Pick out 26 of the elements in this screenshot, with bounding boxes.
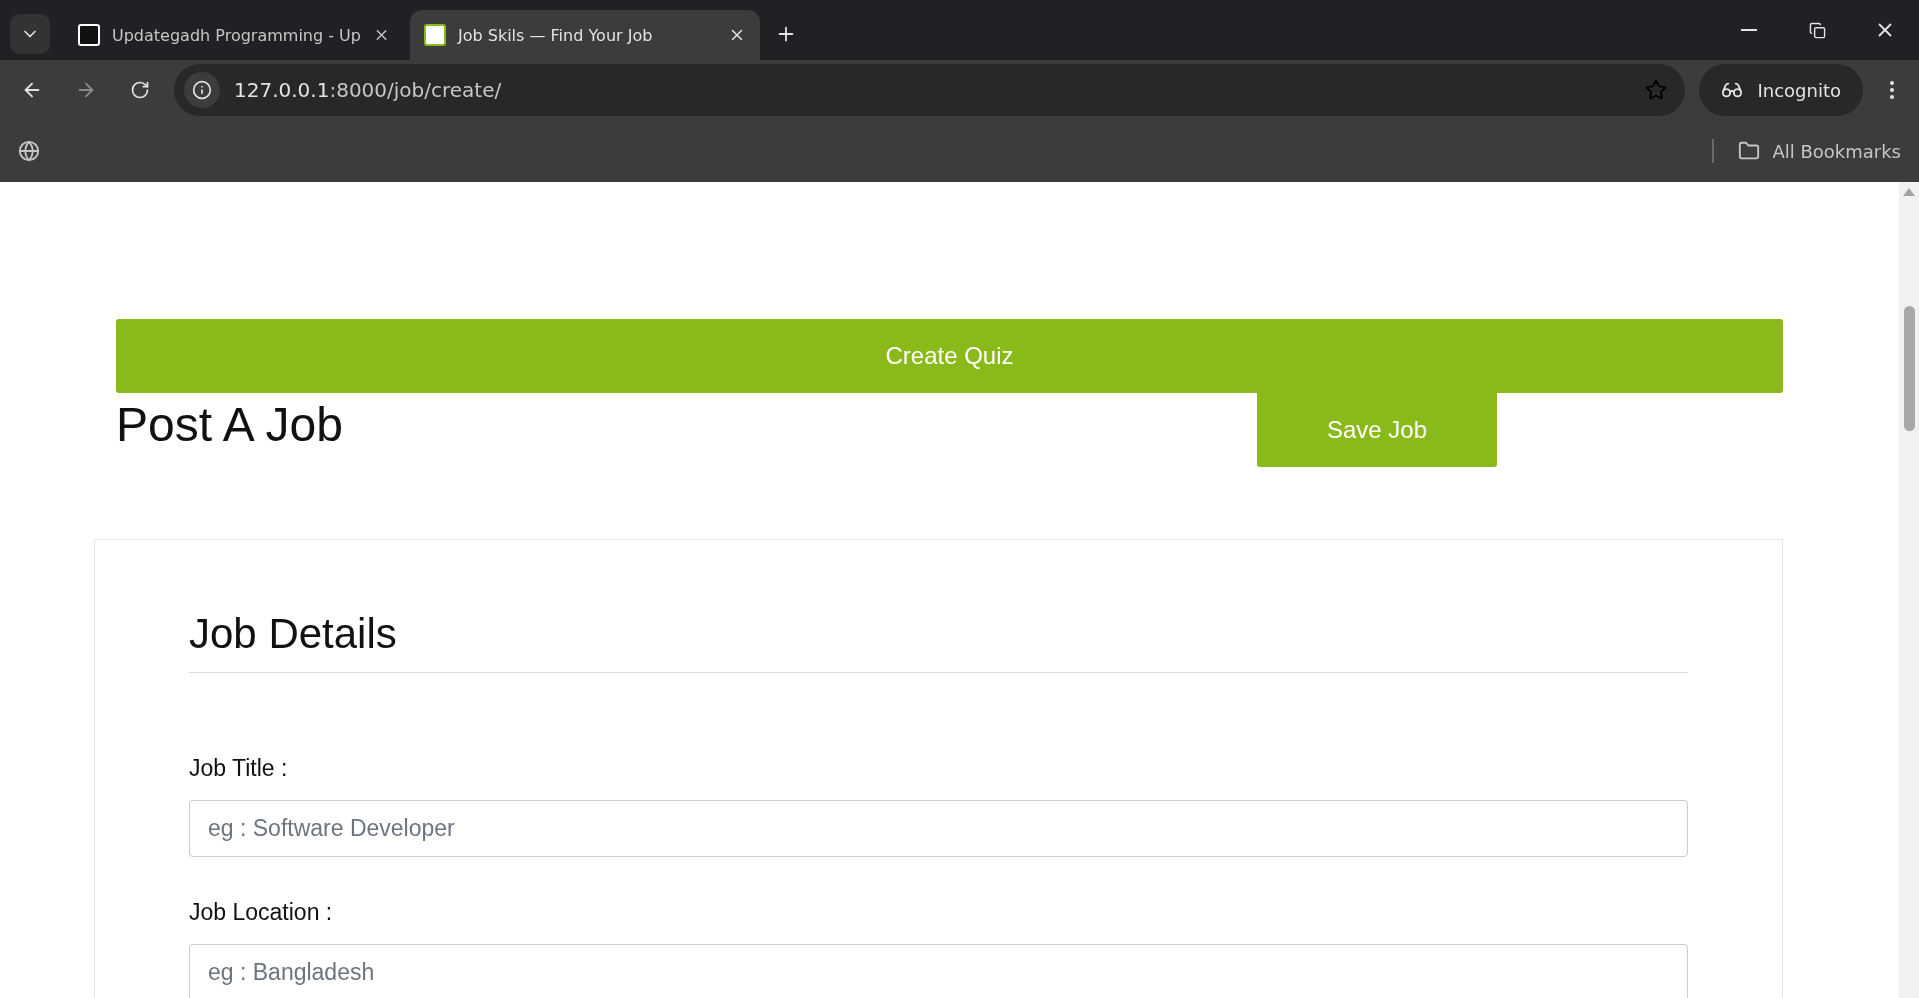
restore-icon [1808,21,1826,39]
scrollbar[interactable] [1899,182,1919,998]
section-heading: Job Details [189,610,1688,673]
address-bar[interactable]: 127.0.0.1:8000/job/create/ [174,64,1686,116]
field-label: Job Title : [189,755,289,782]
folder-icon [1738,140,1761,162]
menu-icon [1890,81,1894,99]
tab-search-button[interactable] [10,14,50,54]
bookmark-star-icon[interactable] [1645,79,1668,101]
favicon-icon [78,24,100,46]
page-heading: Post A Job [116,397,344,452]
input-field[interactable]: eg : Software Developer [189,800,1688,857]
all-bookmarks-button[interactable]: All Bookmarks [1738,140,1901,162]
incognito-button[interactable]: Incognito [1699,64,1863,116]
reload-icon [130,80,150,100]
favicon-icon [424,24,446,46]
minimize-icon [1741,29,1757,31]
browser-tab[interactable]: Job Skils — Find Your Job [410,10,760,60]
site-info-button[interactable] [184,72,220,108]
scroll-up-icon[interactable] [1903,188,1915,196]
browser-tab[interactable]: Updategadh Programming - Up [64,10,404,60]
input-field[interactable]: eg : Bangladesh [189,944,1688,998]
info-icon [192,80,212,100]
scrollbar-thumb[interactable] [1903,306,1915,431]
globe-icon[interactable] [18,140,40,162]
field-label: Job Location : [189,899,334,926]
